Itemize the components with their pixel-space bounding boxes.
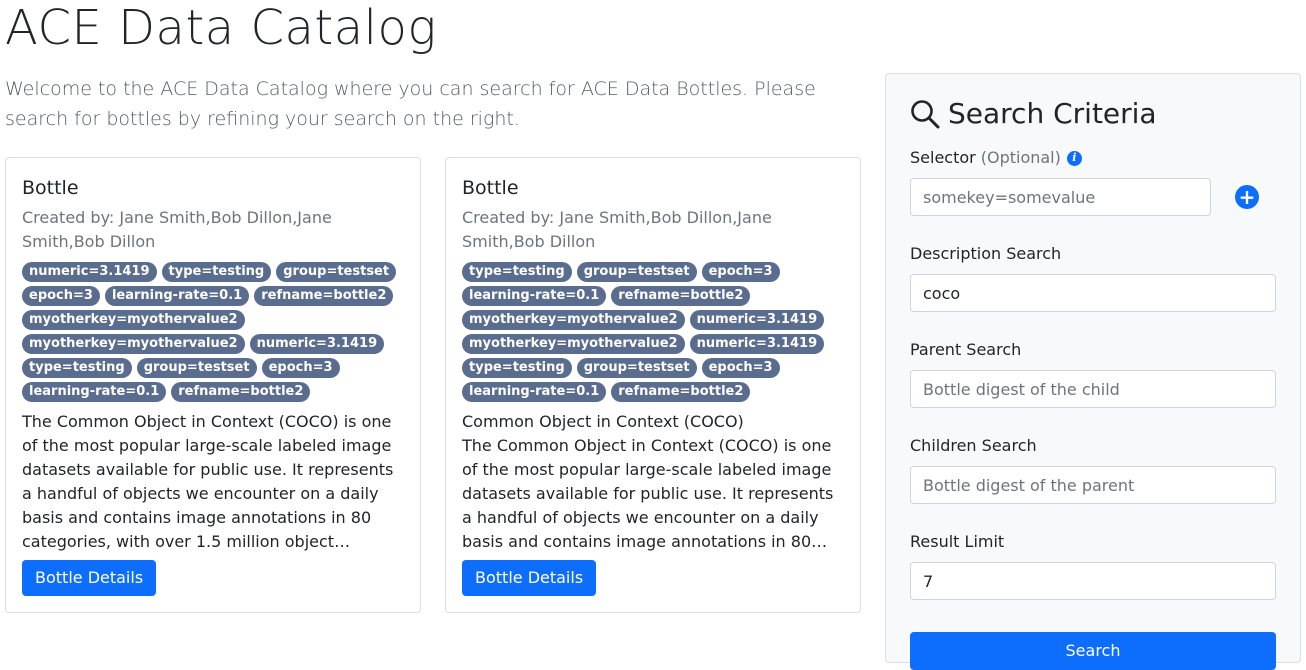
label-badge: refname=bottle2: [611, 382, 751, 402]
label-badge: refname=bottle2: [254, 286, 394, 306]
card-description: The Common Object in Context (COCO) is o…: [22, 412, 394, 551]
result-limit-input[interactable]: [910, 562, 1276, 600]
description-label: Description Search: [910, 244, 1062, 263]
label-badge: epoch=3: [701, 262, 780, 282]
label-badges: numeric=3.1419 type=testing group=testset e…: [22, 262, 404, 406]
selector-field: Selector (Optional) i +: [910, 146, 1276, 216]
label-badge: myotherkey=myothervalue2: [22, 310, 245, 330]
label-badge: epoch=3: [701, 358, 780, 378]
plus-circle-icon[interactable]: +: [1235, 185, 1259, 209]
card-description: The Common Object in Context (COCO) is o…: [462, 436, 834, 551]
card-title: Bottle: [462, 177, 519, 199]
label-badge: refname=bottle2: [171, 382, 311, 402]
label-badge: type=testing: [462, 262, 572, 282]
label-badge: type=testing: [22, 358, 132, 378]
children-field: Children Search: [910, 434, 1276, 504]
parent-label: Parent Search: [910, 340, 1022, 359]
limit-field: Result Limit: [910, 530, 1276, 600]
card-created-by: Created by: Jane Smith,Bob Dillon,Jane S…: [22, 208, 332, 251]
search-button[interactable]: Search: [910, 632, 1276, 670]
card-heading: Common Object in Context (COCO): [462, 412, 744, 431]
label-badge: numeric=3.1419: [689, 310, 825, 330]
page-title: ACE Data Catalog: [5, 0, 437, 56]
parent-input[interactable]: [910, 370, 1276, 408]
label-badge: refname=bottle2: [611, 286, 751, 306]
search-panel-title-text: Search Criteria: [948, 97, 1157, 130]
children-input[interactable]: [910, 466, 1276, 504]
description-input[interactable]: [910, 274, 1276, 312]
children-label: Children Search: [910, 436, 1037, 455]
bottle-details-button[interactable]: Bottle Details: [22, 560, 157, 596]
label-badge: myotherkey=myothervalue2: [22, 334, 245, 354]
description-field: Description Search: [910, 242, 1276, 312]
bottle-details-button[interactable]: Bottle Details: [462, 560, 597, 596]
label-badge: learning-rate=0.1: [104, 286, 250, 306]
label-badge: epoch=3: [22, 286, 100, 306]
label-badge: learning-rate=0.1: [462, 382, 607, 402]
limit-label: Result Limit: [910, 532, 1005, 551]
selector-input[interactable]: [910, 178, 1211, 216]
label-badge: type=testing: [161, 262, 272, 282]
selector-label: Selector: [910, 148, 976, 167]
bottle-card: Bottle Created by: Jane Smith,Bob Dillon…: [5, 157, 421, 613]
card-title: Bottle: [22, 177, 79, 199]
label-badge: numeric=3.1419: [22, 262, 157, 282]
search-panel: Search Criteria Selector (Optional) i + …: [885, 73, 1301, 670]
label-badge: numeric=3.1419: [689, 334, 825, 354]
label-badge: type=testing: [462, 358, 572, 378]
label-badges: type=testing group=testset epoch=3 learning…: [462, 262, 844, 406]
label-badge: myotherkey=myothervalue2: [462, 334, 685, 354]
bottle-card: Bottle Created by: Jane Smith,Bob Dillon…: [445, 157, 861, 613]
search-panel-title: Search Criteria: [910, 96, 1276, 132]
label-badge: group=testset: [576, 262, 697, 282]
label-badge: myotherkey=myothervalue2: [462, 310, 685, 330]
label-badge: group=testset: [136, 358, 257, 378]
info-icon[interactable]: i: [1066, 150, 1082, 166]
card-created-by: Created by: Jane Smith,Bob Dillon,Jane S…: [462, 208, 772, 251]
label-badge: epoch=3: [261, 358, 340, 378]
label-badge: learning-rate=0.1: [462, 286, 607, 306]
optional-label: (Optional): [980, 148, 1061, 167]
label-badge: group=testset: [276, 262, 397, 282]
label-badge: numeric=3.1419: [249, 334, 385, 354]
parent-field: Parent Search: [910, 338, 1276, 408]
intro-text: Welcome to the ACE Data Catalog where yo…: [5, 78, 816, 130]
label-badge: learning-rate=0.1: [22, 382, 167, 402]
search-icon: [911, 100, 940, 129]
label-badge: group=testset: [576, 358, 697, 378]
